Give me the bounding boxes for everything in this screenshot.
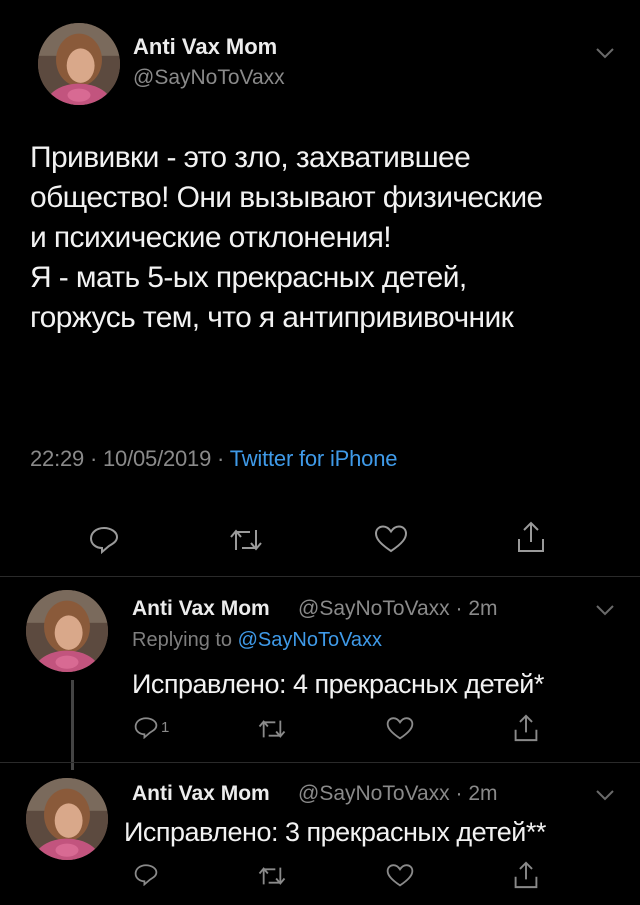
like-icon — [386, 717, 414, 740]
tweet-text-line: горжусь тем, что я антипрививочник — [30, 301, 514, 334]
retweet-icon — [258, 720, 286, 738]
retweet-button[interactable] — [228, 526, 264, 554]
divider — [0, 576, 640, 577]
reply-button[interactable] — [88, 524, 120, 554]
reply-icon — [134, 864, 158, 886]
tweet-text-line: и психические отклонения! — [30, 221, 392, 254]
tweet-text-line: Прививки - это зло, захватившее — [30, 141, 471, 174]
reply-author-name[interactable]: Anti Vax Mom — [132, 597, 270, 621]
replying-handle[interactable]: @SayNoToVaxx — [238, 629, 382, 651]
avatar[interactable] — [38, 23, 120, 105]
share-icon — [514, 714, 538, 742]
like-icon — [374, 525, 408, 553]
retweet-button[interactable] — [257, 864, 287, 888]
chevron-down-icon[interactable] — [594, 603, 616, 617]
share-icon — [518, 521, 544, 552]
reply-count: 1 — [161, 718, 170, 736]
retweet-button[interactable] — [257, 717, 287, 741]
share-button[interactable] — [516, 520, 546, 554]
avatar[interactable] — [26, 590, 108, 672]
avatar[interactable] — [26, 778, 108, 860]
author-handle[interactable]: @SayNoToVaxx — [133, 66, 285, 90]
like-button[interactable] — [386, 716, 414, 741]
chevron-down-icon[interactable] — [594, 46, 616, 60]
meta-separator: · — [84, 446, 104, 471]
share-icon — [514, 861, 538, 889]
like-button[interactable] — [386, 863, 414, 888]
reply-button[interactable] — [133, 862, 159, 886]
retweet-icon — [258, 867, 286, 885]
like-button[interactable] — [374, 524, 408, 554]
reply-icon — [134, 717, 158, 739]
reply-author-handle[interactable]: @SayNoToVaxx · 2m — [298, 597, 498, 621]
reply-text: Исправлено: 4 прекрасных детей* — [132, 669, 544, 699]
reply-author-name[interactable]: Anti Vax Mom — [132, 782, 270, 806]
tweet-time: 22:29 — [30, 446, 85, 471]
tweet-text-line: Я - мать 5-ых прекрасных детей, — [30, 261, 467, 294]
meta-separator: · — [211, 446, 230, 471]
replying-prefix: Replying to — [132, 629, 238, 651]
reply-author-handle[interactable]: @SayNoToVaxx · 2m — [298, 782, 498, 806]
reply-button[interactable]: 1 — [133, 715, 169, 739]
divider — [0, 762, 640, 763]
reply-icon — [89, 526, 119, 554]
author-name[interactable]: Anti Vax Mom — [133, 34, 277, 60]
tweet-source[interactable]: Twitter for iPhone — [230, 446, 398, 471]
thread-connector — [71, 680, 74, 770]
share-button[interactable] — [513, 860, 539, 890]
avatar-photo — [26, 590, 108, 672]
replying-to: Replying to @SayNoToVaxx — [132, 629, 382, 652]
like-icon — [386, 864, 414, 887]
tweet-text: Прививки - это зло, захватившее общество… — [30, 138, 630, 338]
tweet-date: 10/05/2019 — [103, 446, 212, 471]
reply-text: Исправлено: 3 прекрасных детей** — [124, 817, 546, 847]
share-button[interactable] — [513, 713, 539, 743]
chevron-down-icon[interactable] — [594, 788, 616, 802]
avatar-photo — [38, 23, 120, 105]
tweet-meta: 22:29 · 10/05/2019 · Twitter for iPhone — [30, 446, 397, 472]
retweet-icon — [230, 529, 262, 551]
tweet-text-line: общество! Они вызывают физические — [30, 181, 543, 214]
avatar-photo — [26, 778, 108, 860]
